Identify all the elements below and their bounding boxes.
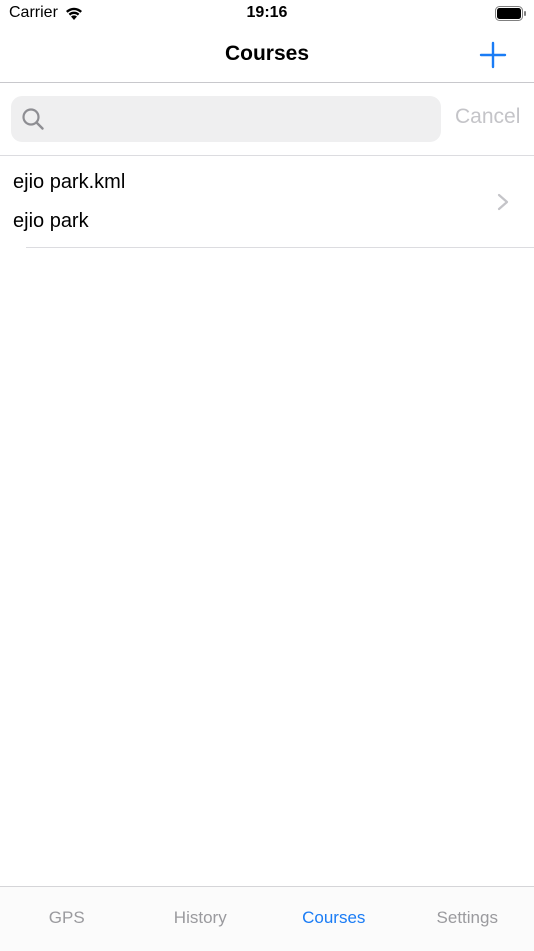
- tab-label: History: [134, 908, 268, 928]
- tab-settings[interactable]: Settings: [401, 887, 534, 951]
- search-icon: [21, 107, 45, 131]
- search-bar: Cancel: [0, 83, 534, 156]
- tab-bar: GPS History Courses Settings: [0, 886, 534, 951]
- course-filename: ejio park.kml: [13, 171, 125, 194]
- search-input[interactable]: [53, 96, 437, 144]
- tab-label: GPS: [0, 908, 134, 928]
- page-title: Courses: [0, 42, 534, 66]
- battery-icon: [495, 6, 527, 21]
- cancel-button[interactable]: Cancel: [455, 105, 520, 129]
- tab-label: Settings: [401, 908, 534, 928]
- search-field[interactable]: [11, 96, 441, 142]
- tab-gps[interactable]: GPS: [0, 887, 134, 951]
- add-course-button[interactable]: [478, 40, 508, 70]
- tab-label: Courses: [267, 908, 401, 928]
- plus-icon: [478, 40, 508, 70]
- course-name: ejio park: [13, 210, 89, 233]
- navigation-bar: Courses: [0, 28, 534, 83]
- status-bar: Carrier 19:16: [0, 0, 534, 28]
- status-time: 19:16: [0, 4, 534, 22]
- tab-history[interactable]: History: [134, 887, 268, 951]
- tab-courses[interactable]: Courses: [267, 887, 401, 951]
- course-list-item[interactable]: ejio park.kml ejio park: [0, 156, 534, 248]
- row-separator: [26, 247, 534, 248]
- chevron-right-icon: [497, 193, 509, 211]
